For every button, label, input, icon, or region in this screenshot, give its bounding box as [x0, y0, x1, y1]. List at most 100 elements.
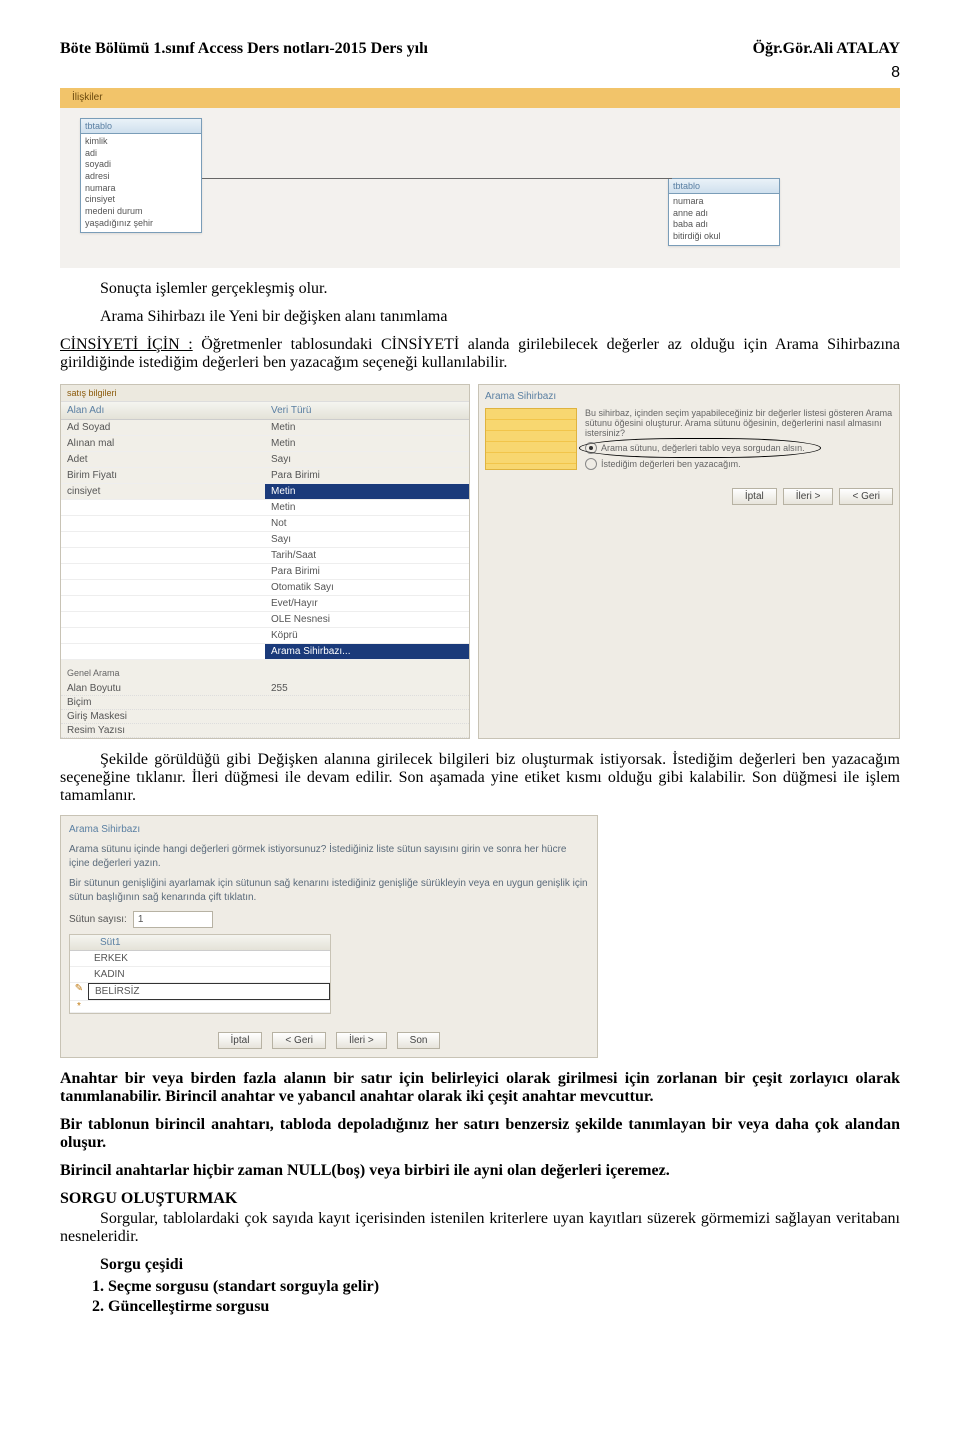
heading-sorgu-cesidi: Sorgu çeşidi [60, 1256, 900, 1274]
property-tabs: Genel Arama [61, 664, 469, 682]
field-type: Para Birimi [265, 468, 469, 483]
column-count-label: Sütun sayısı: [69, 914, 127, 925]
rel-table-left: tbtablo kimlik adi soyadi adresi numara … [80, 118, 202, 233]
page-number: 8 [891, 64, 900, 81]
cancel-button[interactable]: İptal [218, 1032, 263, 1049]
doc-header-right: Öğr.Gör.Ali ATALAY [753, 40, 900, 58]
row-selector[interactable] [70, 951, 88, 966]
query-type-list: Seçme sorgusu (standart sorguyla gelir) … [108, 1278, 900, 1316]
radio-label: Arama sütunu, değerleri tablo veya sorgu… [601, 443, 805, 453]
text-underline: CİNSİYETİ İÇİN : [60, 336, 193, 353]
column-count-input[interactable]: 1 [133, 911, 213, 928]
wizard2-desc2: Bir sütunun genişliğini ayarlamak için s… [69, 877, 589, 905]
list-item: Seçme sorgusu (standart sorguyla gelir) [108, 1278, 900, 1296]
field-type: Sayı [265, 452, 469, 467]
relationship-tab: İlişkiler [64, 88, 111, 108]
paragraph: Sorgular, tablolardaki çok sayıda kayıt … [60, 1210, 900, 1246]
field-list-panel: satış bilgileri Alan Adı Veri Türü Ad So… [60, 384, 470, 739]
rel-field: baba adı [673, 219, 775, 231]
next-button[interactable]: İleri > [336, 1032, 387, 1049]
radio-from-table[interactable] [585, 442, 597, 454]
prop-name: Resim Yazısı [61, 724, 265, 737]
dropdown-option-lookup-wizard[interactable]: Arama Sihirbazı... [265, 644, 469, 659]
field-name: Birim Fiyatı [61, 468, 265, 483]
paragraph: Şekilde görüldüğü gibi Değişken alanına … [60, 751, 900, 805]
rel-field: anne adı [673, 208, 775, 220]
rel-field: soyadi [85, 159, 197, 171]
dropdown-option[interactable]: Sayı [265, 532, 469, 547]
dropdown-option[interactable]: Tarih/Saat [265, 548, 469, 563]
wizard-illustration [485, 408, 577, 470]
prop-value [265, 724, 469, 737]
values-grid: Süt1 ERKEK KADIN ✎BELİRSİZ * [69, 934, 331, 1014]
wizard-title: Arama Sihirbazı [485, 391, 893, 402]
dropdown-option[interactable]: Para Birimi [265, 564, 469, 579]
heading-sorgu: SORGU OLUŞTURMAK [60, 1190, 900, 1208]
rel-field: adresi [85, 171, 197, 183]
dropdown-option[interactable]: Evet/Hayır [265, 596, 469, 611]
paragraph-bold: Anahtar bir veya birden fazla alanın bir… [60, 1070, 900, 1106]
column-header-field: Alan Adı [61, 402, 265, 419]
prop-name: Giriş Maskesi [61, 710, 265, 723]
dropdown-option[interactable]: Not [265, 516, 469, 531]
field-type-selected[interactable]: Metin [265, 484, 469, 499]
rel-field: kimlik [85, 136, 197, 148]
lookup-wizard-step1: Arama Sihirbazı Bu sihirbaz, içinden seç… [478, 384, 900, 739]
wizard2-title: Arama Sihirbazı [69, 824, 589, 835]
figure-field-and-wizard: satış bilgileri Alan Adı Veri Türü Ad So… [60, 384, 900, 739]
paragraph-bold: Birincil anahtarlar hiçbir zaman NULL(bo… [60, 1162, 900, 1180]
grid-col-header: Süt1 [94, 937, 324, 948]
grid-cell[interactable]: BELİRSİZ [88, 983, 330, 1000]
rel-field: adi [85, 148, 197, 160]
dropdown-option[interactable]: Otomatik Sayı [265, 580, 469, 595]
pencil-icon[interactable]: ✎ [70, 983, 88, 1000]
back-button[interactable]: < Geri [839, 488, 893, 505]
prop-value: 255 [265, 682, 469, 695]
prop-value [265, 696, 469, 709]
paragraph: Arama Sihirbazı ile Yeni bir değişken al… [60, 308, 900, 326]
rel-field: cinsiyet [85, 194, 197, 206]
field-name: Adet [61, 452, 265, 467]
rel-field: yaşadığınız şehir [85, 218, 197, 230]
new-row-icon[interactable]: * [70, 1001, 88, 1012]
doc-header-left: Böte Bölümü 1.sınıf Access Ders notları-… [60, 40, 428, 58]
field-type: Metin [265, 420, 469, 435]
rel-field: numara [85, 183, 197, 195]
rel-field: bitirdiği okul [673, 231, 775, 243]
rel-table-left-title: tbtablo [81, 119, 201, 134]
next-button[interactable]: İleri > [783, 488, 834, 505]
dropdown-option[interactable]: Köprü [265, 628, 469, 643]
radio-i-will-type[interactable] [585, 458, 597, 470]
paragraph: CİNSİYETİ İÇİN : Öğretmenler tablosundak… [60, 336, 900, 372]
field-name: cinsiyet [61, 484, 265, 499]
dropdown-option[interactable]: Metin [265, 500, 469, 515]
dropdown-option[interactable]: OLE Nesnesi [265, 612, 469, 627]
lookup-wizard-step2: Arama Sihirbazı Arama sütunu içinde hang… [60, 815, 598, 1058]
grid-cell[interactable]: ERKEK [88, 951, 330, 966]
rel-table-right: tbtablo numara anne adı baba adı bitirdi… [668, 178, 780, 246]
wizard2-desc1: Arama sütunu içinde hangi değerleri görm… [69, 843, 589, 871]
prop-value [265, 710, 469, 723]
rel-table-right-title: tbtablo [669, 179, 779, 194]
field-name: Alınan mal [61, 436, 265, 451]
field-name: Ad Soyad [61, 420, 265, 435]
paragraph: Sonuçta işlemler gerçekleşmiş olur. [60, 280, 900, 298]
paragraph-bold: Bir tablonun birincil anahtarı, tabloda … [60, 1116, 900, 1152]
grid-cell[interactable] [88, 1001, 330, 1012]
figure-relationship-diagram: İlişkiler tbtablo kimlik adi soyadi adre… [60, 88, 900, 268]
table-tab: satış bilgileri [61, 385, 469, 402]
wizard-intro-text: Bu sihirbaz, içinden seçim yapabileceğin… [585, 408, 893, 438]
row-selector[interactable] [70, 967, 88, 982]
cancel-button[interactable]: İptal [732, 488, 777, 505]
rel-field: medeni durum [85, 206, 197, 218]
prop-name: Biçim [61, 696, 265, 709]
finish-button[interactable]: Son [397, 1032, 441, 1049]
figure-wizard-step2: Arama Sihirbazı Arama sütunu içinde hang… [60, 815, 900, 1058]
back-button[interactable]: < Geri [272, 1032, 326, 1049]
relationship-line [202, 178, 672, 179]
radio-label: İstediğim değerleri ben yazacağım. [601, 459, 741, 469]
prop-name: Alan Boyutu [61, 682, 265, 695]
list-item: Güncelleştirme sorgusu [108, 1298, 900, 1316]
grid-cell[interactable]: KADIN [88, 967, 330, 982]
rel-field: numara [673, 196, 775, 208]
